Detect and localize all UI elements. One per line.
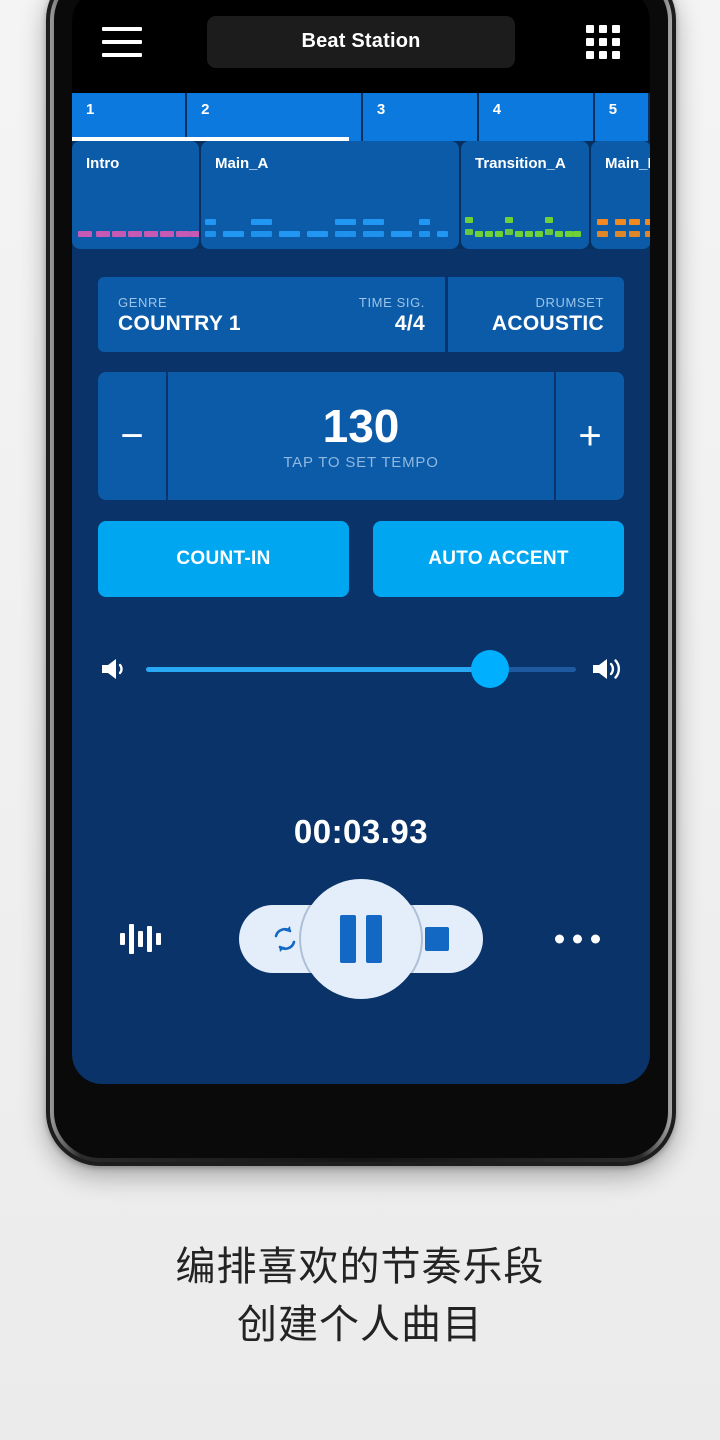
page-title: Beat Station — [301, 30, 421, 52]
app-title-pill[interactable]: Beat Station — [207, 15, 515, 68]
caption-line-1: 编排喜欢的节奏乐段 — [175, 1244, 545, 1290]
bar-number-2[interactable]: 2 — [187, 93, 363, 141]
clip-main_a[interactable]: Main_A — [201, 141, 459, 249]
genre-field: GENRE COUNTRY 1 — [118, 294, 241, 336]
controls-body: GENRE COUNTRY 1 TIME SIG. 4/4 DRUMSET AC… — [72, 249, 650, 999]
clip-label: Transition_A — [475, 155, 566, 172]
phone-device-frame: Beat Station 1 2 3 4 5 Intro Main_A Transition… — [46, 0, 676, 1166]
bar-number-4[interactable]: 4 — [478, 93, 595, 141]
volume-thumb[interactable] — [471, 650, 509, 688]
bar-number-label: 4 — [492, 101, 502, 118]
more-options-icon[interactable] — [555, 934, 600, 944]
app-bar: Beat Station — [72, 0, 650, 93]
clip-main_b[interactable]: Main_B — [591, 141, 650, 249]
bar-number-label: 1 — [86, 101, 95, 118]
transport-pill-group — [239, 879, 483, 999]
bar-number-1[interactable]: 1 — [72, 93, 188, 141]
count-in-button[interactable]: COUNT-IN — [98, 521, 349, 597]
caption-line-2: 创建个人曲目 — [237, 1302, 483, 1348]
time-signature-field: TIME SIG. 4/4 — [359, 294, 425, 336]
volume-low-icon[interactable] — [98, 654, 132, 684]
genre-label: GENRE — [118, 294, 168, 310]
volume-slider[interactable] — [146, 650, 576, 688]
tempo-tap-area[interactable]: 130 TAP TO SET TEMPO — [168, 372, 554, 500]
volume-fill — [146, 666, 490, 672]
clip-note-pattern — [72, 205, 199, 241]
toggle-row: COUNT-IN AUTO ACCENT — [98, 521, 624, 597]
clip-intro[interactable]: Intro — [72, 141, 199, 249]
clip-note-pattern — [461, 205, 589, 241]
bar-number-5[interactable]: 5 — [594, 93, 650, 141]
genre-value: COUNTRY 1 — [118, 311, 241, 335]
bar-ruler[interactable]: 1 2 3 4 5 — [72, 93, 650, 141]
grid-apps-icon[interactable] — [586, 24, 620, 59]
tempo-decrease-button[interactable]: − — [98, 372, 166, 500]
page-root: Beat Station 1 2 3 4 5 Intro Main_A Transition… — [0, 0, 720, 1440]
tempo-increase-button[interactable]: + — [556, 372, 624, 500]
pause-icon — [340, 915, 356, 963]
stop-icon — [425, 927, 449, 951]
bar-number-3[interactable]: 3 — [362, 93, 479, 141]
tempo-value: 130 — [322, 400, 400, 452]
clip-note-pattern — [201, 205, 459, 241]
tempo-row: − 130 TAP TO SET TEMPO + — [98, 372, 624, 500]
drumset-card[interactable]: DRUMSET ACOUSTIC — [448, 277, 624, 352]
hamburger-icon[interactable] — [102, 26, 142, 57]
drumset-label: DRUMSET — [535, 294, 604, 310]
transport-bar — [98, 879, 624, 999]
tempo-hint: TAP TO SET TEMPO — [283, 454, 439, 471]
promo-caption: 编排喜欢的节奏乐段 创建个人曲目 — [0, 1238, 720, 1354]
bar-number-label: 2 — [201, 101, 210, 118]
clip-label: Main_A — [215, 155, 269, 172]
clip-track[interactable]: Intro Main_A Transition_A Main_B — [72, 141, 650, 249]
pause-icon-second-bar — [366, 915, 382, 963]
play-pause-button[interactable] — [301, 879, 421, 999]
time-signature-value: 4/4 — [394, 311, 425, 335]
clip-label: Main_B — [605, 155, 650, 172]
volume-row — [98, 645, 624, 693]
auto-accent-button[interactable]: AUTO ACCENT — [373, 521, 624, 597]
timecode-display: 00:03.93 — [293, 813, 429, 850]
time-signature-label: TIME SIG. — [358, 294, 425, 310]
genre-timesig-card[interactable]: GENRE COUNTRY 1 TIME SIG. 4/4 — [98, 277, 445, 352]
clip-note-pattern — [591, 205, 650, 241]
phone-screen: Beat Station 1 2 3 4 5 Intro Main_A Transition… — [72, 0, 650, 1084]
bar-number-label: 3 — [376, 101, 386, 118]
clip-transition_a[interactable]: Transition_A — [461, 141, 589, 249]
loop-icon — [274, 926, 296, 952]
timeline-section[interactable]: 1 2 3 4 5 Intro Main_A Transition_A Main_B — [72, 93, 650, 249]
info-row: GENRE COUNTRY 1 TIME SIG. 4/4 DRUMSET AC… — [98, 277, 624, 352]
volume-high-icon[interactable] — [590, 654, 624, 684]
drumset-value: ACOUSTIC — [491, 311, 604, 335]
waveform-icon[interactable] — [120, 919, 161, 959]
clip-label: Intro — [86, 155, 120, 172]
bar-number-label: 5 — [608, 101, 618, 118]
